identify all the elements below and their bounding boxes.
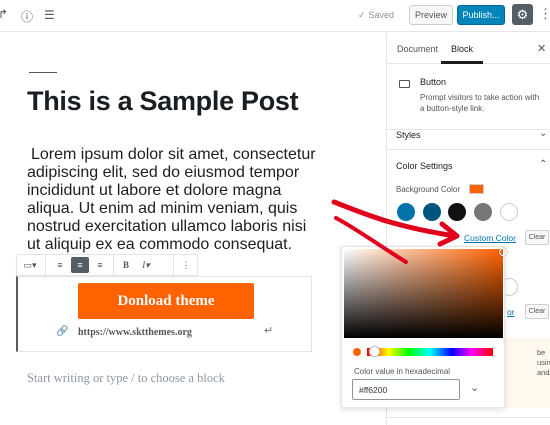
- styles-panel-title: Styles: [396, 130, 421, 140]
- custom-color-link[interactable]: Custom Color: [464, 233, 516, 243]
- post-title[interactable]: This is a Sample Post: [27, 86, 299, 117]
- tab-block[interactable]: Block: [451, 44, 473, 54]
- return-icon[interactable]: ↵: [264, 324, 273, 337]
- align-center-icon[interactable]: ≡: [71, 257, 89, 273]
- close-icon[interactable]: ✕: [537, 42, 546, 55]
- color-settings-title: Color Settings: [396, 161, 453, 171]
- sidebar-tabs: Document Block ✕: [387, 33, 550, 64]
- styles-panel-toggle[interactable]: Styles ⌄: [387, 119, 550, 150]
- hex-color-input[interactable]: [352, 379, 460, 400]
- chevron-up-icon: ⌃: [539, 159, 548, 170]
- title-separator: [29, 72, 57, 73]
- background-color-label: Background Color: [396, 185, 461, 194]
- button-block[interactable]: Donload theme 🔗 https://www.sktthemes.or…: [16, 276, 312, 352]
- saturation-handle[interactable]: [499, 248, 507, 256]
- check-icon: ✓: [358, 10, 366, 20]
- gear-icon[interactable]: ⚙: [512, 4, 533, 25]
- more-options-icon[interactable]: ⋮: [177, 257, 195, 273]
- italic-label: I: [142, 260, 146, 270]
- background-color-indicator: [469, 184, 484, 194]
- download-theme-button[interactable]: Donload theme: [78, 283, 254, 319]
- contrast-notice: be using and/or: [503, 338, 550, 408]
- paragraph-text[interactable]: Lorem ipsum dolor sit amet, consectetur …: [27, 146, 317, 254]
- paragraph-block[interactable]: Lorem ipsum dolor sit amet, consectetur …: [27, 146, 317, 256]
- color-preview-dot: [353, 348, 361, 356]
- block-type-icon[interactable]: ▭▾: [20, 257, 40, 273]
- chevron-down-icon[interactable]: ⌄: [470, 381, 479, 394]
- italic-button[interactable]: I▾: [135, 257, 157, 273]
- block-placeholder[interactable]: Start writing or type / to choose a bloc…: [27, 366, 237, 390]
- custom-text-color-link[interactable]: or: [507, 307, 515, 317]
- hue-slider[interactable]: [367, 348, 493, 356]
- swatch-white[interactable]: [500, 203, 518, 221]
- sidebar-divider: [387, 417, 550, 418]
- align-right-icon[interactable]: ≡: [91, 257, 109, 273]
- clear-text-button[interactable]: Clear: [525, 304, 549, 319]
- list-icon[interactable]: ☰: [44, 8, 55, 22]
- hue-handle[interactable]: [369, 346, 380, 357]
- swatch-gray[interactable]: [474, 203, 492, 221]
- block-toolbar: ▭▾ ≡ ≡ ≡ B I▾ ⋮: [16, 254, 198, 276]
- tab-document[interactable]: Document: [397, 44, 438, 54]
- clear-background-button[interactable]: Clear: [525, 230, 549, 245]
- color-settings-panel-toggle[interactable]: Color Settings ⌃: [387, 150, 550, 181]
- preview-button[interactable]: Preview: [409, 5, 453, 25]
- align-left-icon[interactable]: ≡: [51, 257, 69, 273]
- hex-input-label: Color value in hexadecimal: [354, 367, 451, 376]
- button-url[interactable]: https://www.sktthemes.org: [78, 327, 192, 338]
- editor-top-toolbar: ↱ ⓘ ☰ ✓ Saved Preview Publish... ⚙ ⋮: [0, 0, 550, 32]
- info-icon[interactable]: ⓘ: [21, 8, 33, 25]
- block-name: Button: [420, 77, 447, 87]
- bold-button[interactable]: B: [117, 257, 135, 273]
- chevron-down-icon: ⌄: [539, 128, 548, 139]
- color-picker-popover: Color value in hexadecimal ⌄: [341, 246, 507, 408]
- block-description: Prompt visitors to take action with a bu…: [420, 93, 540, 113]
- annotation-arrow: [331, 199, 460, 264]
- redo-icon[interactable]: ↱: [0, 7, 8, 21]
- saved-status: ✓ Saved: [358, 10, 395, 20]
- button-block-icon: [399, 80, 410, 88]
- publish-button[interactable]: Publish...: [457, 5, 505, 25]
- more-vertical-icon[interactable]: ⋮: [539, 6, 550, 22]
- link-icon: 🔗: [56, 326, 69, 337]
